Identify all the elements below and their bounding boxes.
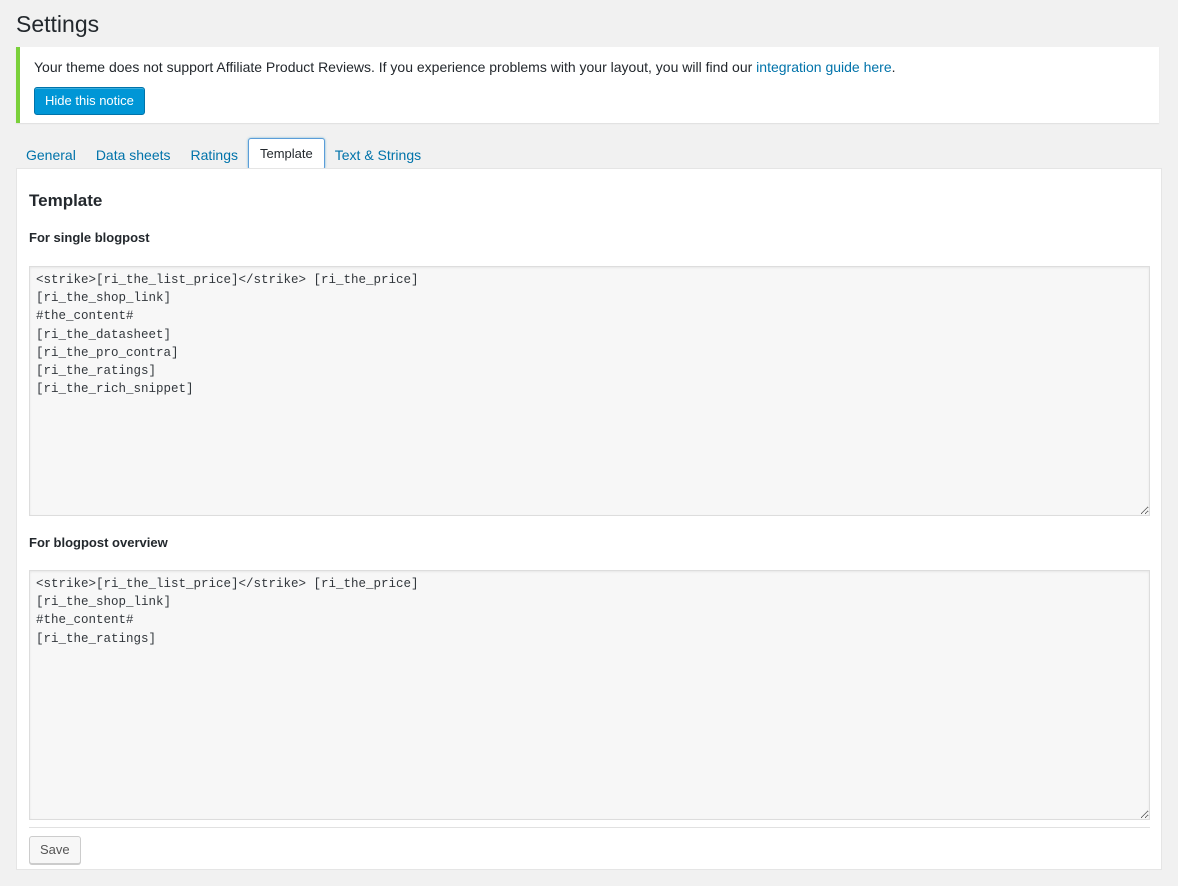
hide-notice-button[interactable]: Hide this notice: [34, 87, 145, 115]
tab-ratings[interactable]: Ratings: [181, 140, 248, 170]
notice-text-after: .: [891, 59, 896, 75]
template-settings-panel: Template For single blogpost <strike>[ri…: [16, 168, 1162, 870]
integration-guide-link[interactable]: integration guide here: [756, 59, 891, 75]
single-blogpost-template-textarea[interactable]: <strike>[ri_the_list_price]</strike> [ri…: [29, 266, 1150, 516]
blogpost-overview-template-textarea[interactable]: <strike>[ri_the_list_price]</strike> [ri…: [29, 570, 1150, 820]
tab-text-strings[interactable]: Text & Strings: [325, 140, 431, 170]
settings-tabs: General Data sheets Ratings Template Tex…: [16, 138, 431, 170]
integration-notice: Your theme does not support Affiliate Pr…: [16, 47, 1159, 123]
tab-data-sheets[interactable]: Data sheets: [86, 140, 181, 170]
single-blogpost-label: For single blogpost: [29, 230, 150, 245]
notice-message: Your theme does not support Affiliate Pr…: [34, 58, 896, 76]
save-button[interactable]: Save: [29, 836, 81, 864]
notice-text-before: Your theme does not support Affiliate Pr…: [34, 59, 757, 75]
section-title: Template: [29, 191, 103, 210]
page-title: Settings: [16, 11, 100, 37]
tab-general[interactable]: General: [16, 140, 86, 170]
blogpost-overview-label: For blogpost overview: [29, 535, 168, 550]
form-divider: [29, 827, 1150, 828]
tab-template[interactable]: Template: [248, 138, 325, 170]
